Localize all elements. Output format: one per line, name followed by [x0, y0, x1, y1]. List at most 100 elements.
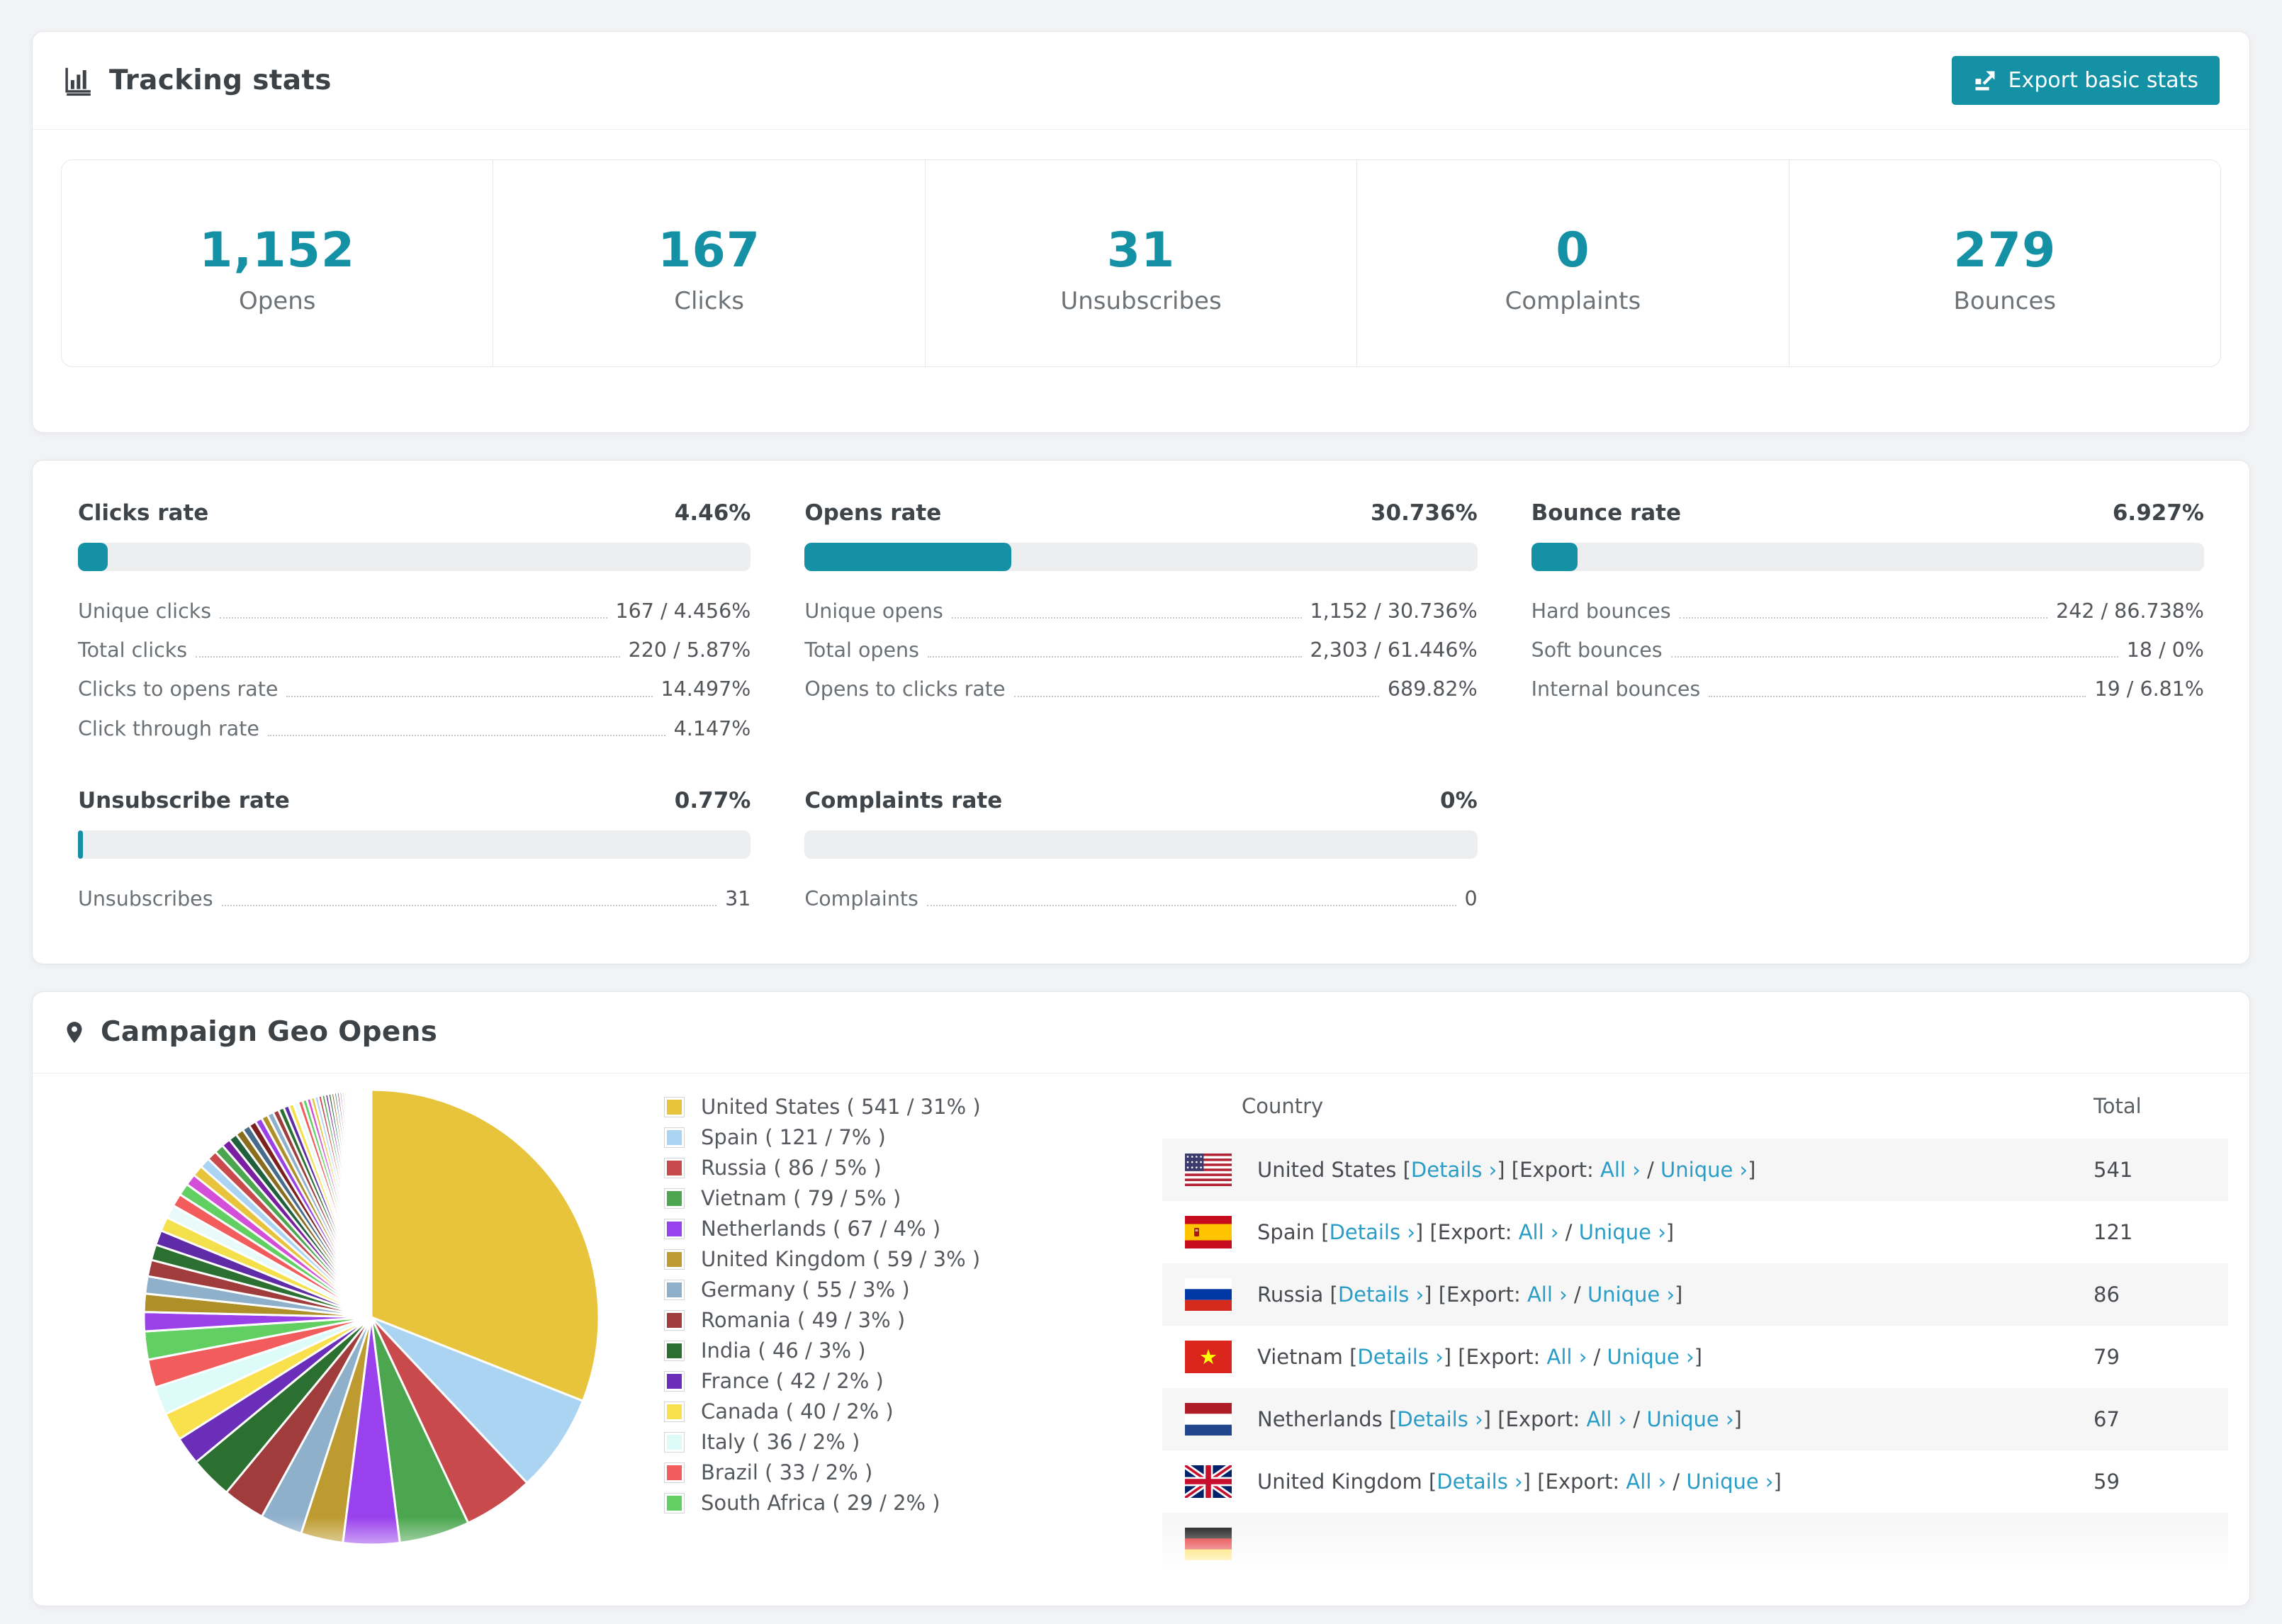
flag-icon-es: [1185, 1215, 1232, 1248]
rate-row-label: Unsubscribes: [78, 886, 213, 910]
details-link[interactable]: Details ›: [1411, 1158, 1497, 1182]
export-all-link[interactable]: All ›: [1519, 1220, 1559, 1244]
legend-label: India ( 46 / 3% ): [701, 1338, 866, 1363]
stat-box: 167 Clicks: [493, 160, 924, 366]
rate-row: Opens to clicks rate 689.82%: [804, 677, 1477, 701]
table-row: Spain [Details ›] [Export: All › / Uniqu…: [1162, 1201, 2228, 1263]
export-unique-link[interactable]: Unique ›: [1646, 1407, 1733, 1431]
dotted-leader: [926, 904, 1456, 906]
flag-icon-vn: [1185, 1340, 1232, 1373]
export-all-link[interactable]: All ›: [1600, 1158, 1641, 1182]
rate-row-label: Unique opens: [804, 599, 943, 623]
geo-title: Campaign Geo Opens: [101, 1016, 438, 1049]
export-all-link[interactable]: All ›: [1626, 1470, 1666, 1494]
legend-item: Spain ( 121 / 7% ): [664, 1122, 981, 1153]
legend-label: Russia ( 86 / 5% ): [701, 1156, 882, 1180]
rate-row-label: Opens to clicks rate: [804, 677, 1006, 701]
stat-label: Unsubscribes: [1060, 287, 1222, 315]
export-all-link[interactable]: All ›: [1586, 1407, 1626, 1431]
rate-block: Complaints rate 0% Complaints 0: [804, 787, 1478, 911]
rate-block: Bounce rate 6.927% Hard bounces 242 / 86…: [1531, 500, 2204, 741]
rate-row-value: 4.147%: [673, 716, 751, 740]
legend-label: Vietnam ( 79 / 5% ): [701, 1186, 901, 1211]
details-link[interactable]: Details ›: [1338, 1282, 1424, 1307]
geo-opens-pie-chart[interactable]: [139, 1085, 604, 1550]
legend-label: France ( 42 / 2% ): [701, 1369, 884, 1394]
export-unique-link[interactable]: Unique ›: [1686, 1470, 1773, 1494]
details-link[interactable]: Details ›: [1437, 1470, 1522, 1494]
export-button-label: Export basic stats: [2008, 68, 2198, 93]
rate-row: Clicks to opens rate 14.497%: [78, 677, 751, 701]
legend-item: Brazil ( 33 / 2% ): [664, 1457, 981, 1488]
export-unique-link[interactable]: Unique ›: [1607, 1345, 1694, 1369]
rate-rows: Complaints 0: [804, 887, 1477, 911]
export-unique-link[interactable]: Unique ›: [1579, 1220, 1666, 1244]
details-link[interactable]: Details ›: [1330, 1220, 1415, 1244]
legend-item: United States ( 541 / 31% ): [664, 1092, 981, 1122]
rate-row: Complaints 0: [804, 887, 1477, 911]
rate-row-label: Internal bounces: [1531, 677, 1701, 701]
rate-progress: [804, 830, 1478, 859]
export-unique-link[interactable]: Unique ›: [1660, 1158, 1748, 1182]
rate-row: Total opens 2,303 / 61.446%: [804, 638, 1477, 662]
export-unique-link[interactable]: Unique ›: [1587, 1282, 1675, 1307]
dotted-leader: [1709, 695, 2086, 697]
dotted-leader: [196, 656, 620, 658]
dotted-leader: [221, 904, 717, 906]
rate-rows: Unique clicks 167 / 4.456% Total clicks …: [78, 599, 751, 741]
rate-block: Opens rate 30.736% Unique opens 1,152 / …: [804, 500, 1478, 741]
rate-row-value: 1,152 / 30.736%: [1310, 599, 1478, 623]
legend-item: Russia ( 86 / 5% ): [664, 1153, 981, 1183]
rate-row-label: Hard bounces: [1531, 599, 1671, 623]
legend-item: South Africa ( 29 / 2% ): [664, 1488, 981, 1518]
legend-item: France ( 42 / 2% ): [664, 1366, 981, 1397]
total-cell: 541: [2093, 1157, 2133, 1182]
legend-swatch: [664, 1492, 685, 1513]
export-all-link[interactable]: All ›: [1547, 1345, 1587, 1369]
rate-row-label: Soft bounces: [1531, 638, 1663, 662]
rate-block: Unsubscribe rate 0.77% Unsubscribes 31: [78, 788, 751, 911]
rate-row: Hard bounces 242 / 86.738%: [1531, 599, 2204, 624]
rate-title: Complaints rate: [804, 787, 1003, 813]
rate-progress: [804, 543, 1478, 571]
legend-swatch: [664, 1309, 685, 1331]
legend-swatch: [664, 1157, 685, 1178]
legend-swatch: [664, 1248, 685, 1270]
stat-label: Complaints: [1505, 287, 1641, 315]
details-link[interactable]: Details ›: [1397, 1407, 1483, 1431]
rate-row: Unique opens 1,152 / 30.736%: [804, 599, 1477, 624]
rate-row: Soft bounces 18 / 0%: [1531, 638, 2204, 662]
rate-value: 4.46%: [674, 500, 751, 526]
stats-row: 1,152 Opens 167 Clicks 31 Unsubscribes 0…: [61, 159, 2221, 367]
rate-value: 30.736%: [1370, 500, 1478, 526]
legend-swatch: [664, 1127, 685, 1148]
export-basic-stats-button[interactable]: Export basic stats: [1951, 56, 2220, 105]
export-all-link[interactable]: All ›: [1527, 1282, 1568, 1307]
flag-icon-de: [1185, 1527, 1232, 1560]
legend-item: Romania ( 49 / 3% ): [664, 1305, 981, 1336]
legend-swatch: [664, 1218, 685, 1239]
legend-label: Netherlands ( 67 / 4% ): [701, 1217, 941, 1241]
rate-row-value: 14.497%: [661, 677, 751, 701]
map-pin-icon: [62, 1016, 86, 1049]
details-link[interactable]: Details ›: [1357, 1345, 1443, 1369]
legend-label: Italy ( 36 / 2% ): [701, 1430, 860, 1455]
rate-title: Clicks rate: [78, 500, 209, 526]
legend-label: Germany ( 55 / 3% ): [701, 1278, 910, 1302]
total-cell: 79: [2093, 1344, 2120, 1369]
dotted-leader: [951, 617, 1302, 619]
legend-item: Canada ( 40 / 2% ): [664, 1397, 981, 1427]
rate-progress: [78, 543, 751, 571]
stat-value: 167: [658, 222, 761, 278]
flag-icon-ru: [1185, 1278, 1232, 1311]
legend-label: Brazil ( 33 / 2% ): [701, 1460, 873, 1485]
rate-row: Click through rate 4.147%: [78, 717, 751, 741]
rate-row: Internal bounces 19 / 6.81%: [1531, 677, 2204, 701]
geo-card-header: Campaign Geo Opens: [33, 992, 2249, 1073]
bar-chart-icon: [62, 64, 95, 97]
rate-row-label: Complaints: [804, 886, 918, 910]
column-header-country: Country: [1242, 1093, 1324, 1118]
table-row: United States [Details ›] [Export: All ›…: [1162, 1138, 2228, 1201]
total-cell: 59: [2093, 1469, 2120, 1494]
rate-row-value: 2,303 / 61.446%: [1310, 638, 1478, 662]
